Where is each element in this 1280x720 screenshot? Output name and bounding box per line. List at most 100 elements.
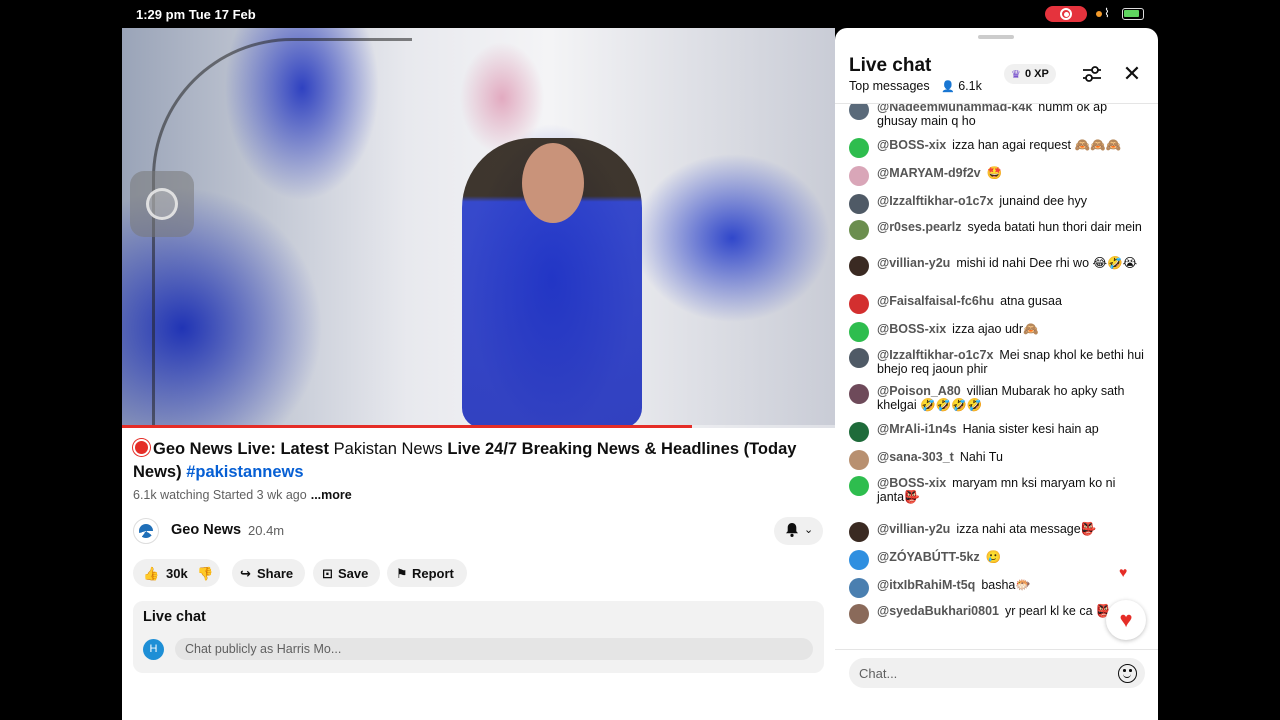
chat-message[interactable]: @ZÓYABÚTT-5kz 🥲: [849, 550, 1145, 570]
chat-message[interactable]: @Izzalftikhar-o1c7x junaind dee hyy: [849, 194, 1145, 214]
chat-message-text: @BOSS-xix maryam mn ksi maryam ko ni jant…: [877, 476, 1145, 504]
chat-message-body: izza ajao udr🙈: [952, 322, 1039, 336]
more-link[interactable]: ...more: [311, 488, 352, 502]
video-progress-bar[interactable]: [122, 425, 835, 428]
chat-username[interactable]: @Faisalfaisal-fc6hu: [877, 294, 994, 308]
avatar[interactable]: [849, 138, 869, 158]
avatar[interactable]: [849, 422, 869, 442]
share-button[interactable]: ↪ Share: [232, 559, 305, 587]
chat-input[interactable]: Chat...: [849, 658, 1145, 688]
chat-message[interactable]: @itxIbRahiM-t5q basha🐡: [849, 578, 1145, 598]
dislike-icon[interactable]: 👎: [197, 566, 213, 582]
chat-message[interactable]: @sana-303_t Nahi Tu: [849, 450, 1145, 470]
emoji-icon[interactable]: [1118, 664, 1137, 683]
chat-message-text: @Faisalfaisal-fc6hu atna gusaa: [877, 294, 1145, 308]
avatar[interactable]: [849, 166, 869, 186]
avatar[interactable]: [849, 194, 869, 214]
chat-username[interactable]: @r0ses.pearlz: [877, 220, 961, 234]
chat-username[interactable]: @Izzalftikhar-o1c7x: [877, 348, 993, 362]
video-meta-text: 6.1k watching Started 3 wk ago: [133, 488, 307, 502]
divider: [835, 649, 1158, 650]
chat-username[interactable]: @BOSS-xix: [877, 476, 946, 490]
chat-username[interactable]: @itxIbRahiM-t5q: [877, 578, 975, 592]
avatar[interactable]: [849, 384, 869, 404]
drag-handle[interactable]: [978, 35, 1014, 39]
live-chat-preview[interactable]: Live chat H Chat publicly as Harris Mo..…: [133, 601, 824, 673]
chat-message[interactable]: @Izzalftikhar-o1c7x Mei snap khol ke beth…: [849, 348, 1145, 376]
chat-message-body: 🤩: [986, 166, 1003, 180]
save-button[interactable]: ⊡ Save: [313, 559, 380, 587]
avatar[interactable]: [849, 220, 869, 240]
avatar[interactable]: [849, 256, 869, 276]
live-chat-title: Live chat: [849, 55, 932, 76]
filter-icon[interactable]: [1081, 64, 1103, 84]
chat-message-list[interactable]: @NadeemMuhammad-k4k humm ok ap ghusay mai…: [835, 104, 1158, 648]
crown-icon: ♛: [1011, 69, 1021, 81]
chat-message[interactable]: @Poison_A80 villian Mubarak ho apky sath …: [849, 384, 1145, 412]
chat-message[interactable]: @BOSS-xix izza ajao udr🙈: [849, 322, 1145, 342]
chat-message-text: @syedaBukhari0801 yr pearl kl ke ca 👺: [877, 604, 1145, 618]
avatar[interactable]: [849, 604, 869, 624]
chat-publicly-input[interactable]: Chat publicly as Harris Mo...: [175, 638, 813, 660]
mic-indicator-icon: [1096, 11, 1102, 17]
avatar[interactable]: [849, 578, 869, 598]
avatar[interactable]: [849, 550, 869, 570]
live-chat-panel: Live chat Top messages 👤 6.1k ♛ 0 XP ✕ @…: [835, 28, 1158, 720]
heart-reaction-button[interactable]: ♥: [1106, 600, 1146, 640]
assistive-touch-button[interactable]: [130, 171, 194, 237]
video-player[interactable]: [122, 28, 835, 428]
channel-avatar[interactable]: [133, 518, 159, 544]
chat-message[interactable]: @BOSS-xix maryam mn ksi maryam ko ni jant…: [849, 476, 1145, 504]
avatar[interactable]: [849, 476, 869, 496]
chat-message[interactable]: @villian-y2u mishi id nahi Dee rhi wo 😂🤣😭: [849, 256, 1145, 276]
avatar[interactable]: [849, 322, 869, 342]
chat-username[interactable]: @sana-303_t: [877, 450, 954, 464]
chat-message[interactable]: @MrAli-i1n4s Hania sister kesi hain ap: [849, 422, 1145, 442]
chat-message-text: @villian-y2u mishi id nahi Dee rhi wo 😂🤣😭: [877, 256, 1145, 270]
chat-username[interactable]: @syedaBukhari0801: [877, 604, 999, 618]
main-column: Geo News Live: Latest Pakistan News Live…: [122, 28, 835, 720]
close-icon[interactable]: ✕: [1121, 61, 1143, 86]
chat-username[interactable]: @villian-y2u: [877, 256, 950, 270]
chat-username[interactable]: @Poison_A80: [877, 384, 961, 398]
chat-username[interactable]: @Izzalftikhar-o1c7x: [877, 194, 993, 208]
avatar[interactable]: [849, 450, 869, 470]
chat-message[interactable]: @Faisalfaisal-fc6hu atna gusaa: [849, 294, 1145, 314]
chat-username[interactable]: @NadeemMuhammad-k4k: [877, 104, 1032, 114]
chat-username[interactable]: @MrAli-i1n4s: [877, 422, 957, 436]
chat-message[interactable]: @NadeemMuhammad-k4k humm ok ap ghusay mai…: [849, 104, 1145, 128]
top-messages-selector[interactable]: Top messages: [849, 79, 930, 93]
chat-message-body: Nahi Tu: [959, 450, 1003, 464]
chat-message[interactable]: @syedaBukhari0801 yr pearl kl ke ca 👺: [849, 604, 1145, 624]
like-count: 30k: [166, 566, 188, 581]
avatar[interactable]: [849, 522, 869, 542]
hashtag-link[interactable]: #pakistannews: [186, 463, 303, 481]
like-dislike-button[interactable]: 👍 30k 👎: [133, 559, 220, 587]
chat-message-body: syeda batati hun thori dair mein: [967, 220, 1142, 234]
avatar[interactable]: [849, 294, 869, 314]
channel-name[interactable]: Geo News: [171, 522, 241, 538]
video-title[interactable]: Geo News Live: Latest Pakistan News Live…: [133, 438, 813, 484]
chevron-down-icon: ⌄: [804, 524, 814, 536]
report-icon: ⚑: [396, 566, 408, 581]
chat-message-text: @Izzalftikhar-o1c7x junaind dee hyy: [877, 194, 1145, 208]
chat-username[interactable]: @MARYAM-d9f2v: [877, 166, 981, 180]
avatar[interactable]: [849, 104, 869, 120]
xp-badge[interactable]: ♛ 0 XP: [1004, 64, 1056, 84]
chat-message[interactable]: @villian-y2u izza nahi ata message👺: [849, 522, 1145, 542]
report-button[interactable]: ⚑ Report: [387, 559, 467, 587]
chat-message[interactable]: @MARYAM-d9f2v 🤩: [849, 166, 1145, 186]
screen-record-icon[interactable]: [1045, 6, 1087, 22]
chat-message[interactable]: @BOSS-xix izza han agai request 🙈🙈🙈: [849, 138, 1145, 158]
notification-bell-button[interactable]: ⌄: [774, 517, 823, 545]
chat-message-text: @sana-303_t Nahi Tu: [877, 450, 1145, 464]
chat-username[interactable]: @BOSS-xix: [877, 322, 946, 336]
chat-message[interactable]: @r0ses.pearlz syeda batati hun thori dair…: [849, 220, 1145, 240]
avatar[interactable]: [849, 348, 869, 368]
chat-username[interactable]: @BOSS-xix: [877, 138, 946, 152]
video-meta[interactable]: 6.1k watching Started 3 wk ago ...more: [133, 488, 352, 502]
chat-username[interactable]: @villian-y2u: [877, 522, 950, 536]
chat-username[interactable]: @ZÓYABÚTT-5kz: [877, 550, 980, 564]
like-icon[interactable]: 👍: [143, 566, 159, 582]
live-chat-preview-title: Live chat: [143, 609, 206, 625]
